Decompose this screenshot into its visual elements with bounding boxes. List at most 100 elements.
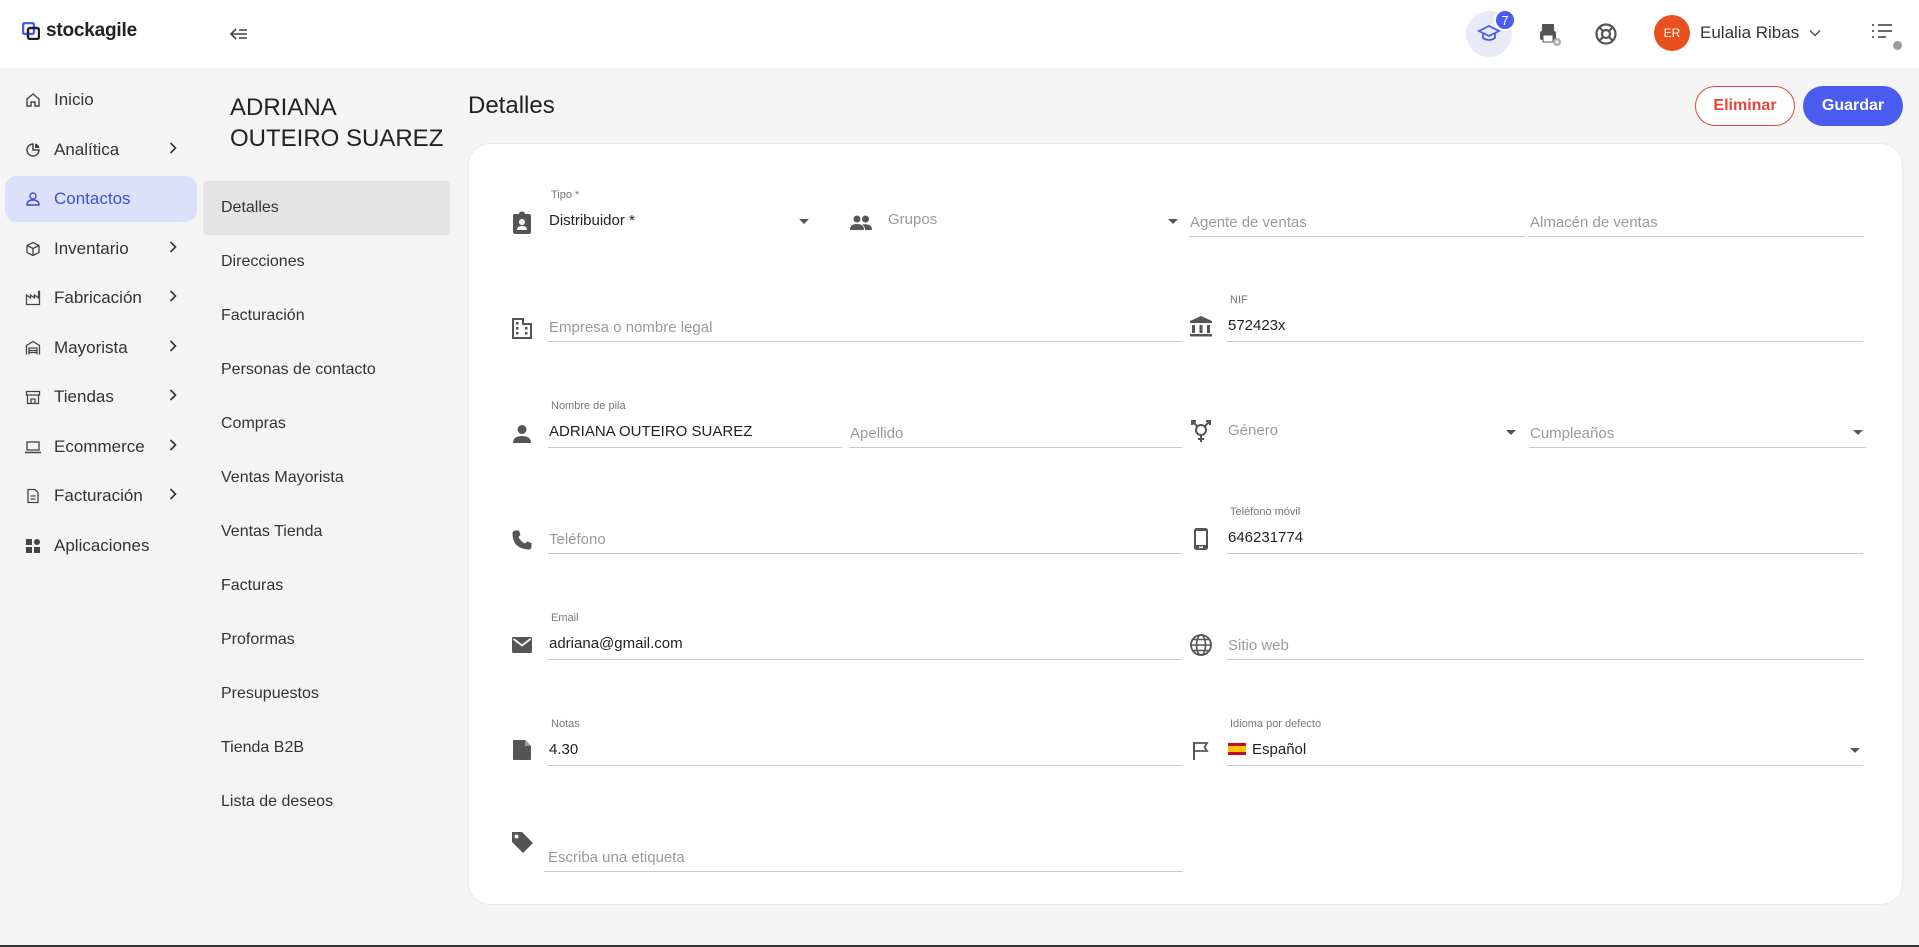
contact-subnav: Detalles Direcciones Facturación Persona…: [203, 181, 450, 829]
idioma-value-text: Español: [1252, 741, 1307, 758]
field-underline: [548, 447, 842, 448]
email-value: adriana@gmail.com: [549, 635, 683, 652]
apellido-field[interactable]: Apellido: [849, 400, 1182, 448]
caret-down-icon: [1168, 219, 1178, 224]
field-underline: [548, 341, 1182, 342]
sidebar-item-tiendas[interactable]: Tiendas: [5, 374, 197, 420]
tipo-value: Distribuidor *: [549, 212, 635, 229]
caret-down-icon: [1506, 430, 1516, 435]
details-form-card: Tipo * Distribuidor * Grupos Agente de v…: [468, 143, 1903, 905]
sidebar-item-label: Fabricación: [54, 288, 142, 307]
field-underline: [1227, 341, 1863, 342]
sidebar-item-label: Inicio: [54, 90, 94, 109]
subnav-item-personas-contacto[interactable]: Personas de contacto: [203, 343, 450, 397]
box-icon: [23, 239, 43, 259]
note-icon: [509, 737, 535, 763]
grupos-select[interactable]: Grupos: [887, 189, 1181, 237]
etiqueta-input[interactable]: Escriba una etiqueta: [544, 824, 1183, 872]
subnav-item-ventas-tienda[interactable]: Ventas Tienda: [203, 505, 450, 559]
save-button[interactable]: Guardar: [1803, 86, 1903, 126]
task-list-button[interactable]: [1870, 20, 1904, 52]
user-name: Eulalia Ribas: [1700, 23, 1800, 42]
analytics-icon: [23, 140, 43, 160]
movil-label: Teléfono móvil: [1230, 506, 1301, 518]
telefono-field[interactable]: Teléfono: [548, 506, 1182, 554]
laptop-icon: [23, 437, 43, 457]
field-underline: [1227, 765, 1863, 766]
subnav-item-detalles[interactable]: Detalles: [203, 181, 450, 235]
user-menu[interactable]: ER Eulalia Ribas: [1654, 15, 1821, 51]
sidebar-item-ecommerce[interactable]: Ecommerce: [5, 424, 197, 470]
chevron-right-icon: [169, 439, 177, 451]
sidebar-item-fabricacion[interactable]: Fabricación: [5, 275, 197, 321]
field-underline: [548, 765, 1182, 766]
agente-ventas-field[interactable]: Agente de ventas: [1189, 189, 1525, 237]
delete-button[interactable]: Eliminar: [1695, 86, 1795, 126]
subnav-item-tienda-b2b[interactable]: Tienda B2B: [203, 721, 450, 775]
printer-button[interactable]: [1527, 11, 1573, 57]
sidebar-item-label: Inventario: [54, 239, 129, 258]
factory-icon: [23, 288, 43, 308]
contact-name-heading: ADRIANA OUTEIRO SUAREZ: [230, 94, 444, 152]
sidebar-item-facturacion[interactable]: Facturación: [5, 473, 197, 519]
sitio-web-placeholder: Sitio web: [1228, 637, 1289, 654]
email-field[interactable]: Email adriana@gmail.com: [548, 612, 1182, 660]
sidebar-item-label: Facturación: [54, 486, 143, 505]
sidebar-item-inicio[interactable]: Inicio: [5, 77, 197, 123]
idioma-select[interactable]: Idioma por defecto Español: [1227, 718, 1863, 766]
sidebar-item-label: Contactos: [54, 189, 131, 208]
tipo-select[interactable]: Tipo * Distribuidor *: [548, 189, 812, 237]
notas-label: Notas: [551, 718, 580, 730]
sidebar-item-inventario[interactable]: Inventario: [5, 226, 197, 272]
subnav-item-direcciones[interactable]: Direcciones: [203, 235, 450, 289]
spain-flag-icon: [1228, 743, 1246, 755]
field-underline: [1227, 659, 1863, 660]
printer-icon: [1540, 24, 1561, 46]
genero-select[interactable]: Género: [1227, 400, 1519, 448]
nif-field[interactable]: NIF 572423x: [1227, 294, 1863, 342]
caret-down-icon: [799, 219, 809, 224]
page-title: Detalles: [468, 92, 555, 119]
mail-icon: [509, 632, 535, 658]
subnav-item-compras[interactable]: Compras: [203, 397, 450, 451]
nombre-field[interactable]: Nombre de pila ADRIANA OUTEIRO SUAREZ: [548, 400, 842, 448]
globe-icon: [1188, 632, 1214, 658]
etiqueta-placeholder: Escriba una etiqueta: [548, 849, 685, 866]
genero-placeholder: Género: [1228, 422, 1279, 439]
notas-field[interactable]: Notas 4.30: [548, 718, 1182, 766]
logo-icon: [22, 22, 40, 40]
caret-down-icon: [1850, 748, 1860, 753]
cumpleanos-placeholder: Cumpleaños: [1530, 425, 1615, 442]
sidebar-item-mayorista[interactable]: Mayorista: [5, 325, 197, 371]
telefono-placeholder: Teléfono: [549, 531, 606, 548]
help-button[interactable]: [1583, 11, 1629, 57]
sidebar-item-aplicaciones[interactable]: Aplicaciones: [5, 523, 197, 569]
almacen-ventas-field[interactable]: Almacén de ventas: [1529, 189, 1863, 237]
top-bar: stockagile 7 ER Eulalia Ribas: [0, 0, 1919, 68]
collapse-sidebar-button[interactable]: [224, 22, 254, 46]
subnav-item-ventas-mayorista[interactable]: Ventas Mayorista: [203, 451, 450, 505]
cumpleanos-field[interactable]: Cumpleaños: [1529, 400, 1866, 448]
field-underline: [544, 871, 1183, 872]
logo[interactable]: stockagile: [22, 20, 137, 42]
empresa-field[interactable]: Empresa o nombre legal: [548, 294, 1182, 342]
lifebuoy-icon: [1595, 23, 1617, 45]
nif-label: NIF: [1230, 294, 1248, 306]
sitio-web-field[interactable]: Sitio web: [1227, 612, 1863, 660]
sidebar-item-analitica[interactable]: Analítica: [5, 127, 197, 173]
movil-field[interactable]: Teléfono móvil 646231774: [1227, 506, 1863, 554]
subnav-item-proformas[interactable]: Proformas: [203, 613, 450, 667]
subnav-item-presupuestos[interactable]: Presupuestos: [203, 667, 450, 721]
subnav-item-facturas[interactable]: Facturas: [203, 559, 450, 613]
movil-value: 646231774: [1228, 529, 1304, 546]
subnav-item-lista-deseos[interactable]: Lista de deseos: [203, 775, 450, 829]
field-underline: [1529, 236, 1863, 237]
field-underline: [548, 553, 1182, 554]
chevron-right-icon: [169, 142, 177, 154]
learning-button[interactable]: 7: [1466, 9, 1516, 57]
subnav-item-facturacion[interactable]: Facturación: [203, 289, 450, 343]
document-icon: [23, 486, 43, 506]
agente-ventas-placeholder: Agente de ventas: [1190, 214, 1307, 231]
notas-value: 4.30: [549, 741, 579, 758]
sidebar-item-contactos[interactable]: Contactos: [5, 176, 197, 222]
